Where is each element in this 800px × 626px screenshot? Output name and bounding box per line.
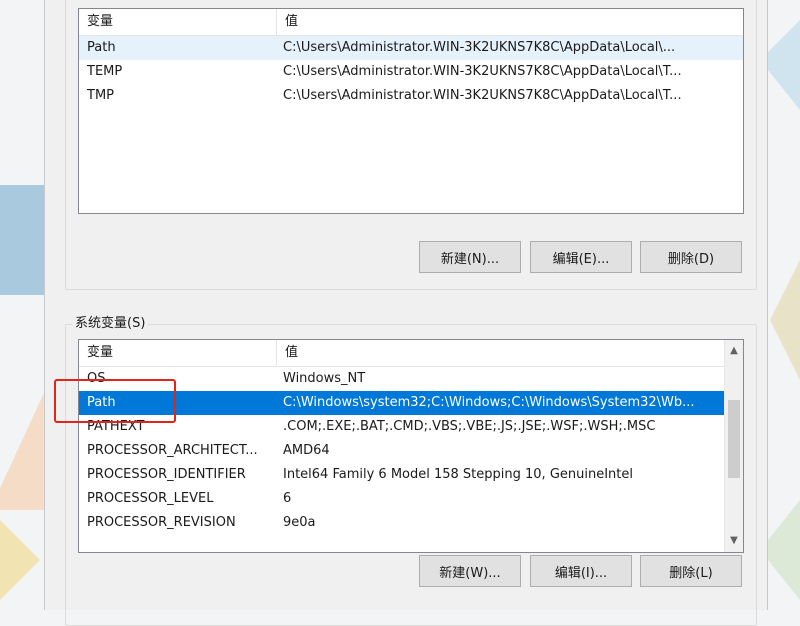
table-row[interactable]: PROCESSOR_IDENTIFIER Intel64 Family 6 Mo… [79, 463, 725, 487]
variable-value: C:\Users\Administrator.WIN-3K2UKNS7K8C\A… [283, 88, 682, 103]
table-row-selected[interactable]: Path C:\Windows\system32;C:\Windows;C:\W… [79, 391, 725, 415]
decor-triangle [770, 260, 800, 380]
variable-name: PROCESSOR_ARCHITECT... [87, 443, 258, 458]
variable-value: Windows_NT [283, 371, 366, 386]
scroll-up-icon[interactable]: ▲ [725, 342, 743, 360]
user-edit-button[interactable]: 编辑(E)... [530, 241, 632, 273]
table-row[interactable]: PROCESSOR_LEVEL 6 [79, 487, 725, 511]
table-row[interactable]: PATHEXT .COM;.EXE;.BAT;.CMD;.VBS;.VBE;.J… [79, 415, 725, 439]
user-variables-group: 变量 值 Path C:\Users\Administrator.WIN-3K2… [65, 0, 757, 290]
user-new-button[interactable]: 新建(N)... [419, 241, 521, 273]
variable-value: 6 [283, 491, 292, 506]
decor-triangle [0, 520, 40, 600]
table-row[interactable]: OS Windows_NT [79, 367, 725, 391]
variable-name: OS [87, 371, 106, 386]
scrollbar-thumb[interactable] [728, 400, 740, 478]
table-row[interactable]: TEMP C:\Users\Administrator.WIN-3K2UKNS7… [79, 60, 743, 84]
table-row[interactable]: TMP C:\Users\Administrator.WIN-3K2UKNS7K… [79, 84, 743, 108]
variable-value: C:\Windows\system32;C:\Windows;C:\Window… [283, 395, 695, 410]
variable-value: AMD64 [283, 443, 330, 458]
column-header-variable[interactable]: 变量 [79, 340, 277, 366]
variable-name: Path [87, 395, 116, 410]
variable-name: Path [87, 40, 116, 55]
variable-value: Intel64 Family 6 Model 158 Stepping 10, … [283, 467, 634, 482]
variable-name: TEMP [87, 64, 123, 79]
system-delete-button[interactable]: 删除(L) [640, 555, 742, 587]
scroll-down-icon[interactable]: ▼ [725, 532, 743, 550]
table-row[interactable]: PROCESSOR_REVISION 9e0a [79, 511, 725, 535]
system-variables-label: 系统变量(S) [72, 315, 149, 333]
list-header: 变量 值 [79, 340, 725, 367]
variable-name: PATHEXT [87, 419, 145, 434]
system-edit-button[interactable]: 编辑(I)... [530, 555, 632, 587]
table-row[interactable]: Path C:\Users\Administrator.WIN-3K2UKNS7… [79, 36, 743, 60]
decor-block [0, 185, 44, 295]
list-header: 变量 值 [79, 9, 743, 36]
variable-name: TMP [87, 88, 114, 103]
user-variables-list[interactable]: 变量 值 Path C:\Users\Administrator.WIN-3K2… [78, 8, 744, 214]
column-header-value[interactable]: 值 [277, 9, 298, 35]
system-new-button[interactable]: 新建(W)... [419, 555, 521, 587]
system-variables-list[interactable]: 变量 值 OS Windows_NT Path C:\Windows\syste… [78, 339, 744, 553]
variable-value: .COM;.EXE;.BAT;.CMD;.VBS;.VBE;.JS;.JSE;.… [283, 419, 656, 434]
variable-value: C:\Users\Administrator.WIN-3K2UKNS7K8C\A… [283, 40, 676, 55]
variable-name: PROCESSOR_IDENTIFIER [87, 467, 246, 482]
column-header-variable[interactable]: 变量 [79, 9, 277, 35]
user-delete-button[interactable]: 删除(D) [640, 241, 742, 273]
system-variables-group: 系统变量(S) 变量 值 OS Windows_NT Path C:\Windo… [65, 315, 757, 626]
variable-value: C:\Users\Administrator.WIN-3K2UKNS7K8C\A… [283, 64, 682, 79]
vertical-scrollbar[interactable]: ▲ ▼ [724, 340, 743, 552]
column-header-value[interactable]: 值 [277, 340, 298, 366]
variable-value: 9e0a [283, 515, 316, 530]
variable-name: PROCESSOR_REVISION [87, 515, 236, 530]
variable-name: PROCESSOR_LEVEL [87, 491, 214, 506]
environment-variables-dialog: 变量 值 Path C:\Users\Administrator.WIN-3K2… [44, 0, 768, 626]
table-row[interactable]: PROCESSOR_ARCHITECT... AMD64 [79, 439, 725, 463]
